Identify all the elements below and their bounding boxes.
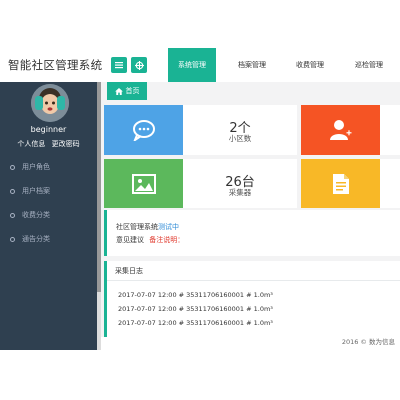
stat-card-communities[interactable]: 2个 小区数 xyxy=(104,105,297,155)
log-line: 2017-07-07 12:00 # 35311706160001 # 1.0m… xyxy=(118,291,273,299)
tab-home[interactable]: 首页 xyxy=(107,82,147,100)
tab-inspection-management[interactable]: 巡检管理 xyxy=(345,48,393,82)
stat-label: 小区数 xyxy=(228,134,252,143)
avatar[interactable] xyxy=(31,84,69,122)
change-password-link[interactable]: 更改密码 xyxy=(52,140,80,148)
sidebar-item-user-archives[interactable]: 用户档案 xyxy=(0,179,97,203)
footer: 2016 © 数为信息 xyxy=(101,337,400,350)
copyright-text: 2016 © 数为信息 xyxy=(341,338,395,346)
notice-text: 社区管理系统 xyxy=(116,223,158,231)
crosshair-icon xyxy=(134,60,144,70)
circle-icon xyxy=(10,188,15,194)
image-icon xyxy=(131,173,156,194)
stat-icon-box xyxy=(301,105,380,155)
home-button[interactable] xyxy=(131,57,147,73)
notice-text: 意见建议 xyxy=(116,236,144,244)
sidebar-item-fee-categories[interactable]: 收费分类 xyxy=(0,203,97,227)
profile-link[interactable]: 个人信息 xyxy=(17,140,45,148)
home-icon xyxy=(114,87,123,95)
sidebar-item-user-roles[interactable]: 用户角色 xyxy=(0,155,97,179)
username: beginner xyxy=(30,125,67,134)
sidebar-item-notice-categories[interactable]: 通告分类 xyxy=(0,227,97,251)
stat-card-documents[interactable] xyxy=(301,159,400,208)
collection-log-panel: 采集日志 2017-07-07 12:00 # 35311706160001 #… xyxy=(104,261,400,337)
sidebar-item-label: 通告分类 xyxy=(22,235,50,243)
tab-archive-management[interactable]: 档案管理 xyxy=(228,48,276,82)
app-title: 智能社区管理系统 xyxy=(8,58,103,72)
notice-line-2: 意见建议 备注说明： xyxy=(116,235,184,245)
sidebar-item-label: 用户档案 xyxy=(22,187,50,195)
sidebar-menu: 用户角色 用户档案 收费分类 通告分类 xyxy=(0,155,97,251)
avatar-image xyxy=(31,84,69,122)
notice-status: 测试中 xyxy=(158,223,179,231)
stat-icon-box xyxy=(301,159,380,208)
list-icon xyxy=(115,62,123,69)
tab-fee-management[interactable]: 收费管理 xyxy=(286,48,334,82)
menu-toggle-button[interactable] xyxy=(111,57,127,73)
document-icon xyxy=(332,173,349,194)
tab-system-management[interactable]: 系统管理 xyxy=(168,48,216,82)
log-line: 2017-07-07 12:00 # 35311706160001 # 1.0m… xyxy=(118,305,273,313)
sidebar-item-label: 收费分类 xyxy=(22,211,50,219)
sidebar: beginner 个人信息 更改密码 用户角色 用户档案 收费分类 通告分类 xyxy=(0,82,97,350)
notice-remark: 备注说明： xyxy=(149,236,185,244)
notice-panel: 社区管理系统测试中 意见建议 备注说明： xyxy=(104,210,400,256)
stat-icon-box xyxy=(104,105,183,155)
sidebar-item-label: 用户角色 xyxy=(22,163,50,171)
stat-icon-box xyxy=(104,159,183,208)
log-divider xyxy=(107,280,400,281)
stat-label: 采集器 xyxy=(228,188,252,197)
user-links: 个人信息 更改密码 xyxy=(0,139,97,149)
log-title: 采集日志 xyxy=(115,267,143,275)
circle-icon xyxy=(10,212,15,218)
add-user-icon xyxy=(329,120,352,140)
log-line: 2017-07-07 12:00 # 35311706160001 # 1.0m… xyxy=(118,319,273,327)
notice-line-1: 社区管理系统测试中 xyxy=(116,222,179,232)
stat-card-collectors[interactable]: 26台 采集器 xyxy=(104,159,297,208)
circle-icon xyxy=(10,164,15,170)
tab-home-label: 首页 xyxy=(125,87,140,95)
stat-card-users[interactable] xyxy=(301,105,400,155)
chat-icon xyxy=(132,120,155,141)
circle-icon xyxy=(10,236,15,242)
